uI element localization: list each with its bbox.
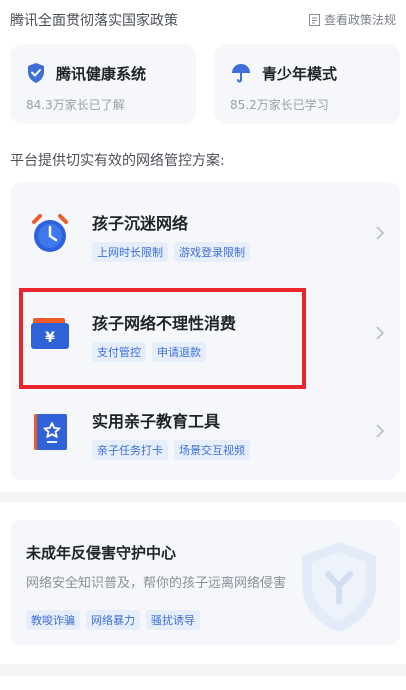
solution-title: 孩子沉迷网络 <box>92 214 189 233</box>
chevron-right-icon <box>376 226 385 240</box>
chevron-right-icon <box>376 424 385 438</box>
chevron-right-icon <box>376 326 385 340</box>
tag[interactable]: 场景交互视频 <box>174 440 250 460</box>
health-system-title: 腾讯健康系统 <box>56 64 147 83</box>
health-system-card[interactable]: 腾讯健康系统 84.3万家长已了解 <box>10 44 196 124</box>
shield-icon <box>28 63 44 83</box>
tag[interactable]: 教唆诈骗 <box>26 610 80 630</box>
page-title: 腾讯全面贯彻落实国家政策 <box>10 13 178 29</box>
highlight-box <box>19 288 306 389</box>
section-divider <box>0 492 406 502</box>
solution-title: 实用亲子教育工具 <box>92 412 221 431</box>
bottom-divider <box>0 664 406 676</box>
youth-mode-title: 青少年模式 <box>262 64 338 83</box>
solution-internet-addiction[interactable]: 孩子沉迷网络 上网时长限制 游戏登录限制 <box>10 186 400 282</box>
alarm-clock-icon <box>32 214 68 252</box>
youth-mode-card[interactable]: 青少年模式 85.2万家长已学习 <box>214 44 400 124</box>
book-star-icon <box>34 414 67 450</box>
tag[interactable]: 骚扰诱导 <box>146 610 200 630</box>
tag[interactable]: 游戏登录限制 <box>174 242 250 262</box>
shield-decoration-icon <box>302 542 376 632</box>
protection-center-card[interactable]: 未成年反侵害守护中心 网络安全知识普及，帮你的孩子远离网络侵害 教唆诈骗 网络暴… <box>10 520 400 646</box>
protection-center-title: 未成年反侵害守护中心 <box>26 544 177 562</box>
health-system-subtitle: 84.3万家长已了解 <box>26 98 125 112</box>
tag[interactable]: 亲子任务打卡 <box>92 440 168 460</box>
tag[interactable]: 网络暴力 <box>86 610 140 630</box>
solution-parenting-tools[interactable]: 实用亲子教育工具 亲子任务打卡 场景交互视频 <box>10 384 400 480</box>
header-bar: 腾讯全面贯彻落实国家政策 查看政策法规 <box>0 0 406 40</box>
policy-link-label: 查看政策法规 <box>323 13 396 27</box>
youth-mode-subtitle: 85.2万家长已学习 <box>230 98 329 112</box>
policy-link[interactable]: 查看政策法规 <box>308 11 396 28</box>
protection-center-subtitle: 网络安全知识普及，帮你的孩子远离网络侵害 <box>26 576 287 591</box>
umbrella-icon <box>232 64 250 83</box>
document-icon <box>308 13 320 26</box>
tag[interactable]: 上网时长限制 <box>92 242 168 262</box>
section-title: 平台提供切实有效的网络管控方案: <box>10 153 225 169</box>
